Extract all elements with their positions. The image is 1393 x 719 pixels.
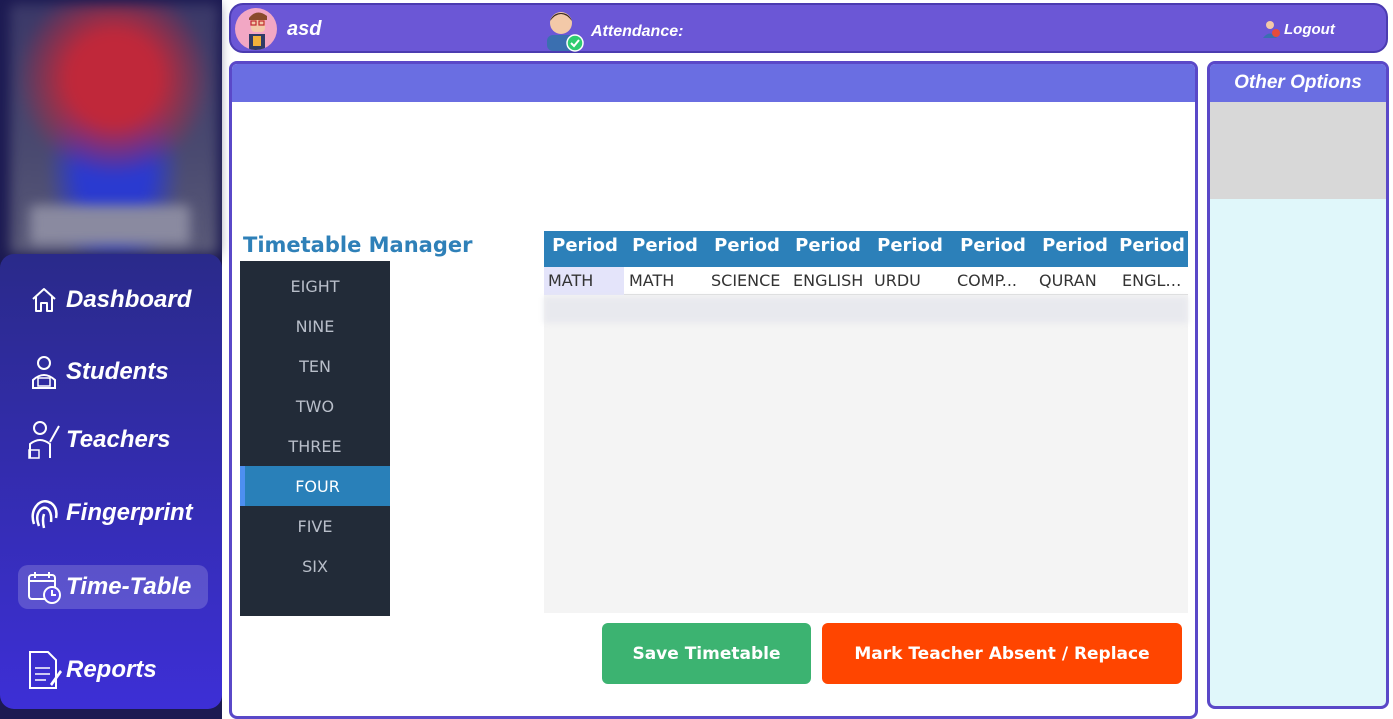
sidebar-item-label: Time-Table bbox=[66, 573, 192, 600]
logout-label: Logout bbox=[1284, 20, 1335, 38]
sidebar-item-label: Dashboard bbox=[66, 286, 192, 313]
student-icon bbox=[24, 352, 64, 392]
sidebar-menu: Dashboard Students Teachers Fingerprint bbox=[0, 254, 222, 709]
class-item-two[interactable]: TWO bbox=[240, 386, 390, 426]
timetable-cell[interactable]: ENGLISH bbox=[789, 267, 869, 295]
main-panel-header bbox=[232, 64, 1195, 102]
period-header: Period bbox=[1042, 235, 1108, 256]
table-row: MATH MATH SCIENCE ENGLISH URDU COMP... Q… bbox=[544, 267, 1188, 295]
sidebar-item-teachers[interactable]: Teachers bbox=[24, 418, 171, 462]
save-timetable-button[interactable]: Save Timetable bbox=[602, 623, 811, 684]
period-header: Period bbox=[714, 235, 780, 256]
timetable-cell[interactable]: SCIENCE bbox=[707, 267, 787, 295]
fingerprint-icon bbox=[24, 493, 64, 533]
logout-button[interactable]: Logout bbox=[1261, 19, 1335, 39]
timetable-cell[interactable]: COMP... bbox=[953, 267, 1027, 295]
period-header: Period bbox=[877, 235, 943, 256]
other-options-title: Other Options bbox=[1210, 64, 1386, 102]
other-options-panel: Other Options bbox=[1207, 61, 1389, 709]
attendance-label: Attendance: bbox=[591, 23, 684, 40]
period-header: Period bbox=[552, 235, 618, 256]
table-row-blurred bbox=[544, 297, 1188, 323]
sidebar-item-label: Teachers bbox=[66, 426, 171, 453]
attendance-icon bbox=[539, 5, 585, 53]
timetable-cell[interactable]: MATH bbox=[544, 267, 624, 295]
timetable-cell[interactable]: URDU bbox=[870, 267, 950, 295]
class-item-four[interactable]: FOUR bbox=[240, 466, 390, 506]
sidebar-item-time-table[interactable]: Time-Table bbox=[18, 565, 208, 609]
sidebar-item-label: Reports bbox=[66, 656, 157, 683]
other-options-placeholder bbox=[1210, 102, 1386, 199]
home-icon bbox=[24, 280, 64, 320]
timetable-grid: Period Period Period Period Period Perio… bbox=[544, 231, 1188, 613]
report-icon bbox=[24, 650, 64, 690]
teacher-icon bbox=[24, 420, 64, 460]
class-item-eight[interactable]: EIGHT bbox=[240, 266, 390, 306]
period-header: Period bbox=[1119, 235, 1185, 256]
sidebar-item-students[interactable]: Students bbox=[24, 350, 169, 394]
mark-teacher-absent-button[interactable]: Mark Teacher Absent / Replace bbox=[822, 623, 1182, 684]
sidebar-item-fingerprint[interactable]: Fingerprint bbox=[24, 491, 193, 535]
user-avatar bbox=[235, 8, 277, 50]
timetable-header: Period Period Period Period Period Perio… bbox=[544, 231, 1188, 267]
class-item-three[interactable]: THREE bbox=[240, 426, 390, 466]
school-logo-text bbox=[30, 205, 190, 245]
period-header: Period bbox=[632, 235, 698, 256]
sidebar-item-label: Students bbox=[66, 358, 169, 385]
logout-icon bbox=[1263, 21, 1280, 38]
class-item-ten[interactable]: TEN bbox=[240, 346, 390, 386]
sidebar: Dashboard Students Teachers Fingerprint bbox=[0, 0, 222, 719]
main-panel: Timetable Manager EIGHT NINE TEN TWO THR… bbox=[229, 61, 1198, 719]
sidebar-item-label: Fingerprint bbox=[66, 499, 193, 526]
period-header: Period bbox=[795, 235, 861, 256]
period-header: Period bbox=[960, 235, 1026, 256]
timetable-cell[interactable]: QURAN bbox=[1035, 267, 1115, 295]
class-item-five[interactable]: FIVE bbox=[240, 506, 390, 546]
class-list: EIGHT NINE TEN TWO THREE FOUR FIVE SIX bbox=[240, 261, 390, 616]
page-title: Timetable Manager bbox=[243, 233, 473, 257]
timetable-cell[interactable]: MATH bbox=[625, 267, 705, 295]
top-bar: asd Attendance: Logout bbox=[229, 3, 1388, 53]
calendar-clock-icon bbox=[24, 567, 64, 607]
sidebar-item-reports[interactable]: Reports bbox=[24, 648, 157, 692]
sidebar-item-dashboard[interactable]: Dashboard bbox=[24, 278, 191, 322]
class-item-nine[interactable]: NINE bbox=[240, 306, 390, 346]
class-item-six[interactable]: SIX bbox=[240, 546, 390, 586]
username: asd bbox=[287, 18, 322, 40]
timetable-cell[interactable]: ENGLI... bbox=[1118, 267, 1184, 295]
